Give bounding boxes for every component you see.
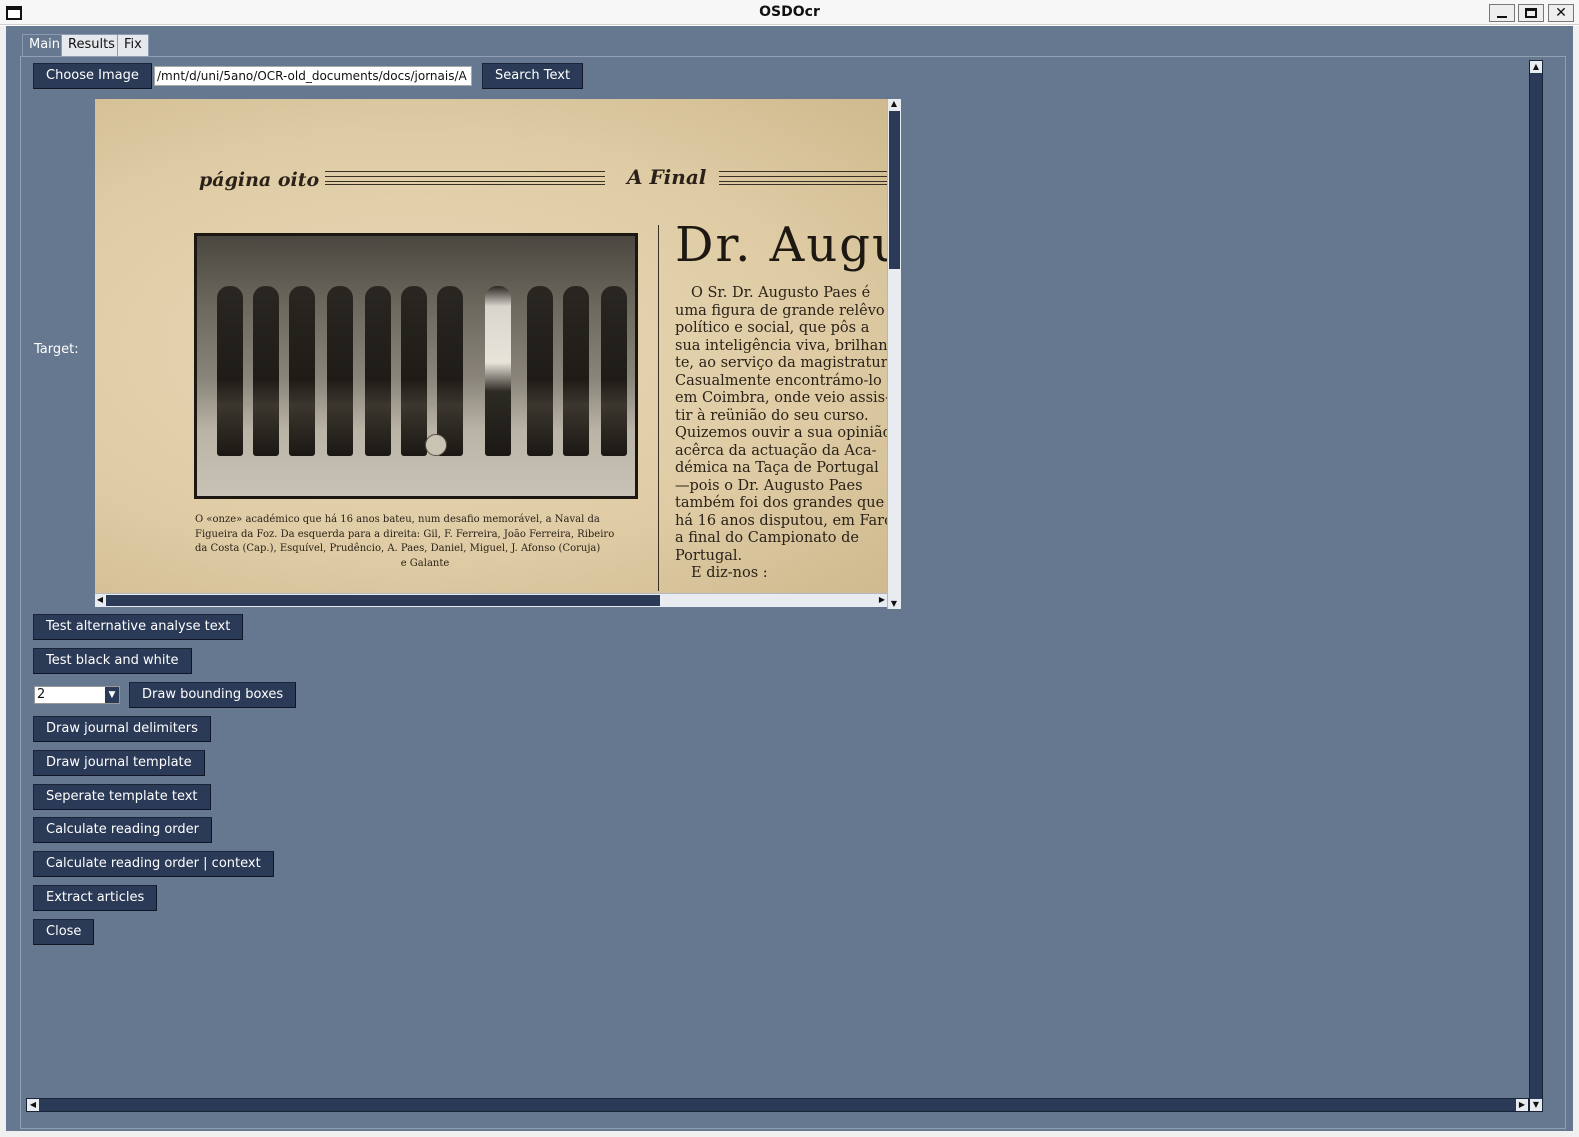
body-line: Portugal. <box>675 547 743 564</box>
body-line: também foi dos grandes que <box>675 495 885 511</box>
column-divider <box>658 225 659 591</box>
draw-bounding-boxes-button[interactable]: Draw bounding boxes <box>129 682 297 708</box>
player-figure <box>217 286 243 456</box>
tab-fix[interactable]: Fix <box>117 34 149 56</box>
main-horizontal-scrollbar[interactable]: ◀ ▶ <box>26 1098 1529 1112</box>
page-header-left: página oito <box>199 169 320 191</box>
player-figure <box>485 286 511 456</box>
close-button[interactable]: Close <box>33 919 95 945</box>
test-alternative-analyse-button[interactable]: Test alternative analyse text <box>33 614 244 640</box>
body-line: a final do Campionato de <box>675 530 859 546</box>
body-line: acêrca da actuação da Aca- <box>675 442 877 459</box>
calculate-reading-order-button[interactable]: Calculate reading order <box>33 817 213 843</box>
main-frame: Main Results Fix Choose Image /mnt/d/uni… <box>6 26 1573 1131</box>
scroll-down-icon[interactable]: ▼ <box>889 599 899 609</box>
close-window-button[interactable]: ✕ <box>1548 4 1574 22</box>
body-line: em Coimbra, onde veio assis- <box>675 390 887 406</box>
scrollbar-thumb[interactable] <box>889 111 900 269</box>
title-bar: OSDOcr ✕ <box>0 0 1579 25</box>
target-label: Target: <box>34 342 79 357</box>
scroll-down-icon[interactable]: ▼ <box>1530 1099 1542 1111</box>
scroll-left-icon[interactable]: ◀ <box>27 1099 39 1111</box>
bbox-level-value: 2 <box>37 687 46 702</box>
bbox-level-select[interactable]: 2 ▼ <box>34 686 120 704</box>
header-rule <box>325 171 605 185</box>
draw-journal-delimiters-button[interactable]: Draw journal delimiters <box>33 716 211 742</box>
window-title: OSDOcr <box>759 4 820 20</box>
body-line: há 16 anos disputou, em Faro, <box>675 512 887 529</box>
minimize-icon <box>1497 16 1507 18</box>
scroll-up-icon[interactable]: ▲ <box>1530 61 1542 73</box>
maximize-icon <box>1525 8 1537 18</box>
tab-results[interactable]: Results <box>61 34 122 56</box>
body-line: —pois o Dr. Augusto Paes <box>675 477 863 494</box>
header-rule <box>719 171 887 185</box>
scrollbar-thumb[interactable] <box>106 595 660 606</box>
body-line: O Sr. Dr. Augusto Paes é <box>691 285 871 301</box>
photo-caption: O «onze» académico que há 16 anos bateu,… <box>195 513 655 571</box>
scroll-right-icon[interactable]: ▶ <box>1516 1099 1528 1111</box>
body-line: Casualmente encontrámo-lo <box>675 372 882 389</box>
player-figure <box>253 286 279 456</box>
player-figure <box>401 286 427 456</box>
player-figure <box>289 286 315 456</box>
body-line: démica na Taça de Portugal <box>675 460 879 476</box>
article-body: O Sr. Dr. Augusto Paes é uma figura de g… <box>675 285 887 583</box>
image-viewport[interactable]: página oito A Final O «onze» académico q… <box>95 99 887 593</box>
page-header-right: A Final <box>627 165 707 189</box>
draw-journal-template-button[interactable]: Draw journal template <box>33 750 205 776</box>
search-text-button[interactable]: Search Text <box>482 63 584 89</box>
extract-articles-button[interactable]: Extract articles <box>33 885 158 911</box>
test-black-white-button[interactable]: Test black and white <box>33 648 192 674</box>
minimize-button[interactable] <box>1489 4 1515 22</box>
player-figure <box>365 286 391 456</box>
scroll-up-icon[interactable]: ▲ <box>889 99 899 109</box>
player-figure <box>437 286 463 456</box>
body-line: tir à reünião do seu curso. <box>675 407 869 424</box>
team-photo <box>194 233 638 499</box>
scroll-right-icon[interactable]: ▶ <box>877 595 887 605</box>
body-line: político e social, que pôs a <box>675 320 870 336</box>
player-figure <box>527 286 553 456</box>
body-line: Quizemos ouvir a sua opinião <box>675 425 887 441</box>
separate-template-text-button[interactable]: Seperate template text <box>33 784 211 810</box>
player-figure <box>601 286 627 456</box>
main-vertical-scrollbar[interactable]: ▲ ▼ <box>1529 60 1543 1112</box>
body-line: sua inteligência viva, brilhan- <box>675 337 887 354</box>
maximize-button[interactable] <box>1518 4 1544 22</box>
body-line: uma figura de grande relêvo <box>675 302 885 319</box>
caption-line: da Costa (Cap.), Esquível, Prudêncio, A.… <box>195 543 601 554</box>
chevron-down-icon[interactable]: ▼ <box>105 687 119 703</box>
body-line: te, ao serviço da magistratura. <box>675 355 887 371</box>
image-path-input[interactable]: /mnt/d/uni/5ano/OCR-old_documents/docs/j… <box>154 66 472 86</box>
football <box>425 434 447 456</box>
body-line: E diz-nos : <box>691 565 768 581</box>
caption-line: e Galante <box>400 557 450 569</box>
article-headline: Dr. Augu <box>675 217 887 273</box>
scroll-left-icon[interactable]: ◀ <box>95 595 105 605</box>
calculate-reading-order-context-button[interactable]: Calculate reading order | context <box>33 851 274 877</box>
image-vertical-scrollbar[interactable]: ▲ ▼ <box>887 99 901 609</box>
player-figure <box>563 286 589 456</box>
caption-line: O «onze» académico que há 16 anos bateu,… <box>195 514 600 525</box>
document-image: página oito A Final O «onze» académico q… <box>95 99 887 593</box>
image-horizontal-scrollbar[interactable]: ◀ ▶ <box>95 593 887 607</box>
choose-image-button[interactable]: Choose Image <box>33 63 152 89</box>
close-icon: ✕ <box>1555 5 1567 21</box>
main-window: Main Results Fix Choose Image /mnt/d/uni… <box>0 26 1579 1137</box>
caption-line: Figueira da Foz. Da esquerda para a dire… <box>195 528 615 540</box>
player-figure <box>327 286 353 456</box>
